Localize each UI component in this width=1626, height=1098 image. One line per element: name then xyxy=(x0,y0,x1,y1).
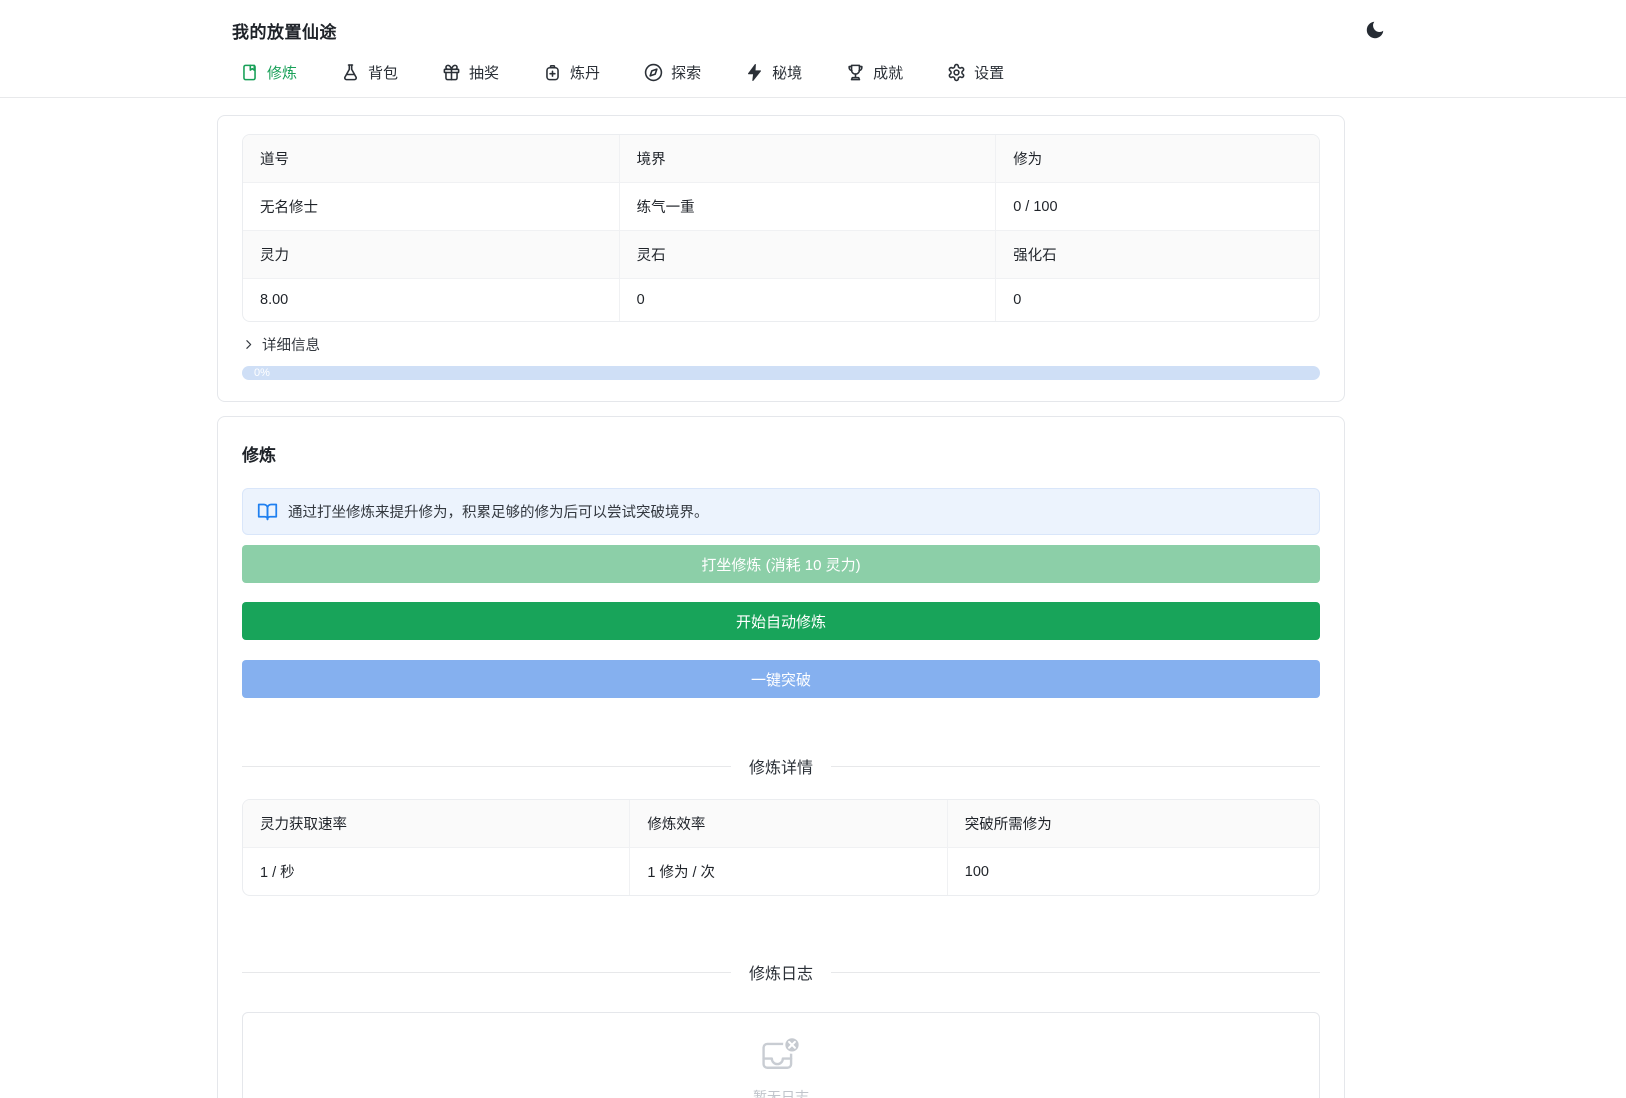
cultivation-card: 修炼 通过打坐修炼来提升修为，积累足够的修为后可以尝试突破境界。 打坐修炼 (消… xyxy=(217,416,1345,1098)
value-spirit-stone: 0 xyxy=(620,279,997,321)
cultivation-log-empty-state: 暂无日志 xyxy=(242,1012,1320,1098)
breakthrough-button[interactable]: 一键突破 xyxy=(242,660,1320,698)
value-efficiency: 1 修为 / 次 xyxy=(630,848,948,895)
log-section-divider: 修炼日志 xyxy=(242,960,1320,984)
tab-secret-realm[interactable]: 秘境 xyxy=(745,54,802,97)
book-open-icon xyxy=(257,501,278,522)
theme-toggle-button[interactable] xyxy=(1362,17,1388,43)
value-spirit-rate: 1 / 秒 xyxy=(243,848,631,895)
tab-label: 背包 xyxy=(368,65,399,82)
value-spirit-power: 8.00 xyxy=(243,279,620,321)
alert-text: 通过打坐修炼来提升修为，积累足够的修为后可以尝试突破境界。 xyxy=(288,505,709,521)
tab-label: 秘境 xyxy=(772,65,803,82)
log-divider-label: 修炼日志 xyxy=(749,966,814,983)
book-marked-icon xyxy=(240,63,259,82)
value-breakthrough-req: 100 xyxy=(964,863,989,880)
app-title: 我的放置仙途 xyxy=(232,22,337,42)
table-row: 无名修士 练气一重 0 / 100 xyxy=(243,183,1319,231)
inbox-x-icon xyxy=(759,1032,803,1076)
compass-icon xyxy=(644,63,663,82)
header-efficiency: 修炼效率 xyxy=(630,800,948,848)
log-empty-text: 暂无日志 xyxy=(753,1089,809,1098)
value-cultivation: 0 / 100 xyxy=(996,183,1319,231)
header-enhance-stone: 强化石 xyxy=(996,231,1319,279)
value-realm: 练气一重 xyxy=(619,183,997,231)
app-header: 我的放置仙途 修炼 背包 抽奖 炼丹 探索 秘境 成就 设置 xyxy=(0,0,1626,98)
lightning-icon xyxy=(745,63,764,82)
moon-icon xyxy=(1364,19,1386,41)
auto-cultivate-button[interactable]: 开始自动修炼 xyxy=(242,602,1320,640)
details-toggle[interactable]: 详细信息 xyxy=(242,334,320,355)
cultivation-details-table: 灵力获取速率 修炼效率 突破所需修为 1 / 秒 1 修为 / 次 100 xyxy=(242,799,1320,896)
header-spirit-rate: 灵力获取速率 xyxy=(243,800,631,848)
flask-icon xyxy=(341,63,360,82)
header-spirit-power: 灵力 xyxy=(243,231,620,279)
tab-achievements[interactable]: 成就 xyxy=(846,54,903,97)
header-spirit-stone: 灵石 xyxy=(619,231,997,279)
chevron-right-icon xyxy=(242,338,255,351)
details-toggle-label: 详细信息 xyxy=(262,338,320,354)
tab-label: 修炼 xyxy=(267,65,298,82)
header-cultivation: 修为 xyxy=(996,135,1319,183)
value-enhance-stone: 0 xyxy=(1013,292,1022,308)
header-breakthrough-req: 突破所需修为 xyxy=(947,800,1319,848)
tab-label: 成就 xyxy=(873,65,904,82)
tab-settings[interactable]: 设置 xyxy=(947,54,1004,97)
tab-alchemy[interactable]: 炼丹 xyxy=(543,54,600,97)
table-row: 道号 境界 修为 xyxy=(243,135,1319,183)
cultivation-progress-bar: 0% xyxy=(242,366,1320,380)
table-row: 灵力 灵石 强化石 xyxy=(243,231,1319,279)
header-dao-name: 道号 xyxy=(243,135,620,183)
tab-label: 抽奖 xyxy=(469,65,500,82)
header-realm: 境界 xyxy=(619,135,997,183)
gift-icon xyxy=(442,63,461,82)
tab-label: 设置 xyxy=(974,65,1005,82)
tab-lottery[interactable]: 抽奖 xyxy=(442,54,499,97)
character-stats-table: 道号 境界 修为 无名修士 练气一重 0 / 100 灵力 灵石 强化石 8.0… xyxy=(242,134,1320,322)
cultivation-info-alert: 通过打坐修炼来提升修为，积累足够的修为后可以尝试突破境界。 xyxy=(242,488,1320,535)
main-content: 道号 境界 修为 无名修士 练气一重 0 / 100 灵力 灵石 强化石 8.0… xyxy=(217,115,1345,1098)
character-stats-card: 道号 境界 修为 无名修士 练气一重 0 / 100 灵力 灵石 强化石 8.0… xyxy=(217,115,1345,402)
table-row: 8.00 0 0 xyxy=(243,279,1319,321)
details-section-divider: 修炼详情 xyxy=(242,754,1320,778)
table-row: 灵力获取速率 修炼效率 突破所需修为 xyxy=(243,800,1319,848)
value-dao-name: 无名修士 xyxy=(243,183,620,231)
tab-bar: 修炼 背包 抽奖 炼丹 探索 秘境 成就 设置 xyxy=(0,46,1626,97)
cultivation-card-title: 修炼 xyxy=(242,446,276,465)
trophy-icon xyxy=(846,63,865,82)
tab-backpack[interactable]: 背包 xyxy=(341,54,398,97)
tab-cultivation[interactable]: 修炼 xyxy=(240,54,297,97)
table-row: 1 / 秒 1 修为 / 次 100 xyxy=(243,848,1319,895)
meditate-button[interactable]: 打坐修炼 (消耗 10 灵力) xyxy=(242,545,1320,583)
tab-label: 探索 xyxy=(671,65,702,82)
gear-icon xyxy=(947,63,966,82)
progress-percent-label: 0% xyxy=(254,367,270,379)
tab-explore[interactable]: 探索 xyxy=(644,54,701,97)
tab-label: 炼丹 xyxy=(570,65,601,82)
potion-jar-icon xyxy=(543,63,562,82)
details-divider-label: 修炼详情 xyxy=(749,760,814,777)
